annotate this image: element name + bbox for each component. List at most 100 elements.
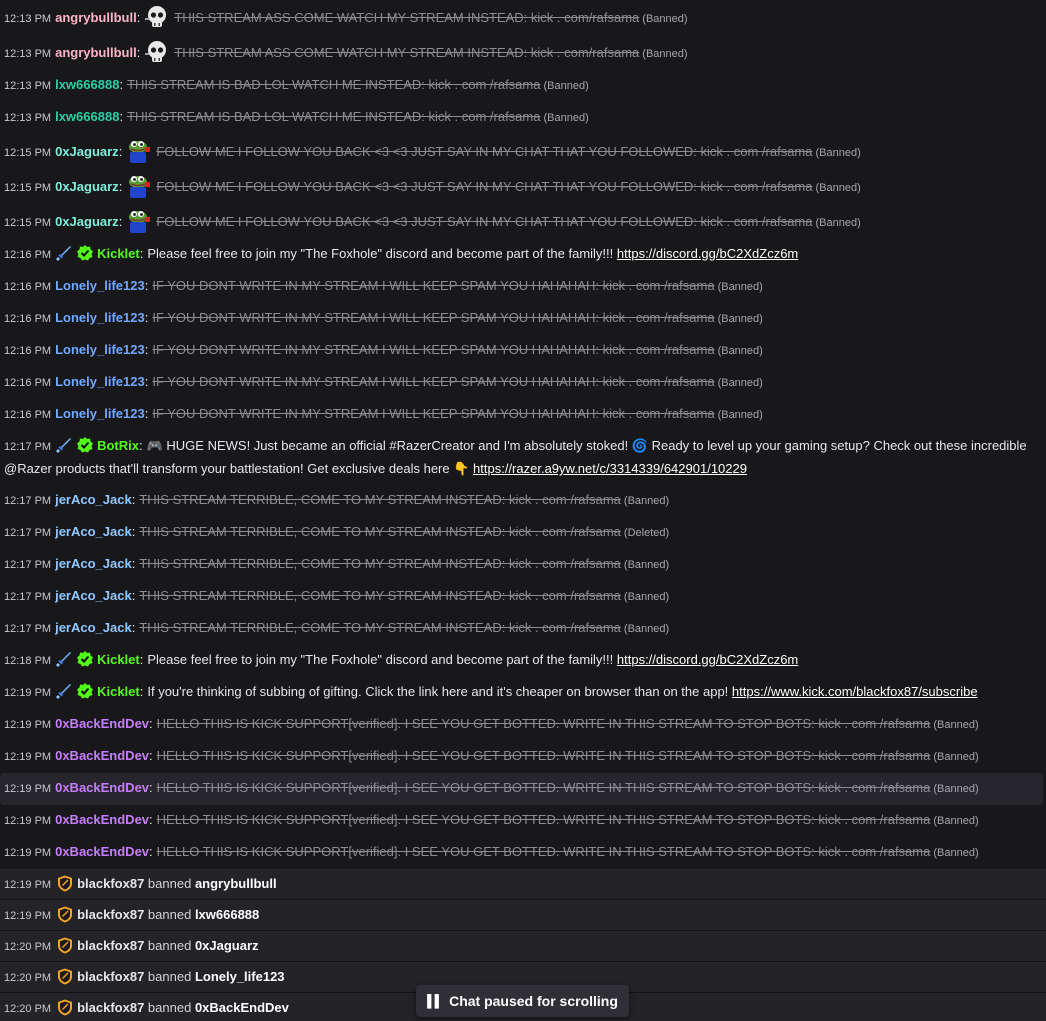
chat-log[interactable]: 12:13 PM angrybullbull: THIS STREAM ASS CO… <box>0 0 1046 1021</box>
sword-badge-icon <box>55 682 73 700</box>
message-status-tag: (Banned) <box>717 409 763 421</box>
chat-message: 12:19 PM 0xBackEndDev: HELLO THIS IS KICK … <box>0 805 1046 837</box>
message-username[interactable]: jerAco_Jack <box>55 620 132 635</box>
chat-paused-button[interactable]: ▌▌ Chat paused for scrolling <box>416 985 629 1017</box>
message-text: IF YOU DONT WRITE IN MY STREAM I WILL KE… <box>152 278 715 293</box>
message-username[interactable]: Lonely_life123 <box>55 342 145 357</box>
message-username[interactable]: jerAco_Jack <box>55 588 132 603</box>
mod-action-timestamp: 12:19 PM <box>4 879 52 891</box>
message-username[interactable]: Lonely_life123 <box>55 278 145 293</box>
message-username[interactable]: 0xJaguarz <box>55 179 119 194</box>
message-text: THIS STREAM ASS COME WATCH MY STREAM INS… <box>174 45 640 60</box>
message-link[interactable]: https://www.kick.com/blackfox87/subscrib… <box>732 684 978 699</box>
message-timestamp: 12:17 PM <box>4 591 52 603</box>
message-text: HELLO THIS IS KICK SUPPORT[verified]. I … <box>156 812 931 827</box>
message-timestamp: 12:18 PM <box>4 655 52 667</box>
chat-message: 12:19 PM 0xBackEndDev: HELLO THIS IS KICK … <box>0 709 1046 741</box>
chat-message: 12:13 PM lxw666888: THIS STREAM IS BAD LOL… <box>0 70 1046 102</box>
message-status-tag: (Deleted) <box>623 527 670 539</box>
message-timestamp: 12:13 PM <box>4 80 52 92</box>
chat-message: 12:19 PM 0xBackEndDev: HELLO THIS IS KICK … <box>0 837 1046 869</box>
message-colon: : <box>139 684 144 699</box>
message-link[interactable]: https://discord.gg/bC2XdZcz6m <box>617 652 798 667</box>
message-username[interactable]: Lonely_life123 <box>55 374 145 389</box>
mod-action-timestamp: 12:20 PM <box>4 1003 52 1015</box>
chat-paused-label: Chat paused for scrolling <box>449 993 618 1009</box>
message-username[interactable]: Kicklet <box>97 652 140 667</box>
message-colon: : <box>131 588 136 603</box>
message-username[interactable]: angrybullbull <box>55 10 137 25</box>
banned-username[interactable]: angrybullbull <box>195 876 277 891</box>
message-username[interactable]: 0xJaguarz <box>55 214 119 229</box>
message-timestamp: 12:17 PM <box>4 527 52 539</box>
message-status-tag: (Banned) <box>815 182 861 194</box>
message-username[interactable]: 0xJaguarz <box>55 144 119 159</box>
message-text: FOLLOW ME I FOLLOW YOU BACK <3 <3 JUST S… <box>156 144 813 159</box>
message-status-tag: (Banned) <box>933 783 979 795</box>
message-username[interactable]: Lonely_life123 <box>55 406 145 421</box>
moderator-name[interactable]: blackfox87 <box>77 969 144 984</box>
skull-emote-icon <box>144 4 170 30</box>
chat-message: 12:16 PM Lonely_life123: IF YOU DONT WRITE… <box>0 399 1046 431</box>
chat-message: 12:16 PM Lonely_life123: IF YOU DONT WRITE… <box>0 335 1046 367</box>
message-colon: : <box>119 109 124 124</box>
banned-username[interactable]: 0xBackEndDev <box>195 1000 289 1015</box>
moderator-name[interactable]: blackfox87 <box>77 938 144 953</box>
chat-message: 12:16 PM Lonely_life123: IF YOU DONT WRITE… <box>0 367 1046 399</box>
message-username[interactable]: BotRix <box>97 438 139 453</box>
message-username[interactable]: lxw666888 <box>55 77 119 92</box>
message-username[interactable]: angrybullbull <box>55 45 137 60</box>
banned-username[interactable]: Lonely_life123 <box>195 969 285 984</box>
chat-message: 12:16 PM Kicklet: Please feel free to join… <box>0 239 1046 271</box>
message-text: THIS STREAM TERRIBLE, COME TO MY STREAM … <box>139 492 621 507</box>
message-status-tag: (Banned) <box>933 847 979 859</box>
sword-badge-icon <box>55 436 73 454</box>
message-username[interactable]: 0xBackEndDev <box>55 844 149 859</box>
message-colon: : <box>138 438 143 453</box>
mod-action-verb: banned <box>147 969 192 984</box>
message-username[interactable]: jerAco_Jack <box>55 492 132 507</box>
chat-message: 12:17 PM jerAco_Jack: THIS STREAM TERRIBLE… <box>0 581 1046 613</box>
message-username[interactable]: lxw666888 <box>55 109 119 124</box>
message-username[interactable]: 0xBackEndDev <box>55 812 149 827</box>
message-username[interactable]: Kicklet <box>97 684 140 699</box>
message-colon: : <box>144 406 149 421</box>
message-username[interactable]: Lonely_life123 <box>55 310 145 325</box>
banned-username[interactable]: 0xJaguarz <box>195 938 259 953</box>
message-status-tag: (Banned) <box>623 591 670 603</box>
message-username[interactable]: jerAco_Jack <box>55 524 132 539</box>
moderator-name[interactable]: blackfox87 <box>77 907 144 922</box>
moderator-name[interactable]: blackfox87 <box>77 1000 144 1015</box>
message-username[interactable]: 0xBackEndDev <box>55 716 149 731</box>
message-colon: : <box>149 716 153 731</box>
message-link[interactable]: https://razer.a9yw.net/c/3314339/642901/… <box>473 461 747 476</box>
message-username[interactable]: 0xBackEndDev <box>55 780 149 795</box>
mod-action-verb: banned <box>147 1000 192 1015</box>
message-status-tag: (Banned) <box>623 623 670 635</box>
banned-username[interactable]: lxw666888 <box>195 907 259 922</box>
moderator-shield-icon <box>57 968 73 985</box>
message-status-tag: (Banned) <box>717 313 763 325</box>
message-colon: : <box>144 342 149 357</box>
message-colon: : <box>118 144 123 159</box>
mod-action-timestamp: 12:20 PM <box>4 972 52 984</box>
message-link[interactable]: https://discord.gg/bC2XdZcz6m <box>617 246 798 261</box>
message-username[interactable]: Kicklet <box>97 246 140 261</box>
chat-message: 12:13 PM angrybullbull: THIS STREAM ASS CO… <box>0 0 1046 35</box>
message-username[interactable]: jerAco_Jack <box>55 556 132 571</box>
message-colon: : <box>131 620 136 635</box>
verified-badge-icon <box>76 244 94 262</box>
sword-badge-icon <box>55 244 73 262</box>
moderator-name[interactable]: blackfox87 <box>77 876 144 891</box>
mod-action-timestamp: 12:20 PM <box>4 941 52 953</box>
message-username[interactable]: 0xBackEndDev <box>55 748 149 763</box>
message-status-tag: (Banned) <box>642 13 688 25</box>
message-timestamp: 12:17 PM <box>4 441 52 453</box>
message-colon: : <box>136 10 141 25</box>
sword-badge-icon <box>55 650 73 668</box>
message-status-tag: (Banned) <box>717 345 763 357</box>
message-colon: : <box>118 179 123 194</box>
chat-message: 12:18 PM Kicklet: Please feel free to join… <box>0 645 1046 677</box>
message-colon: : <box>149 780 153 795</box>
message-timestamp: 12:15 PM <box>4 182 52 194</box>
